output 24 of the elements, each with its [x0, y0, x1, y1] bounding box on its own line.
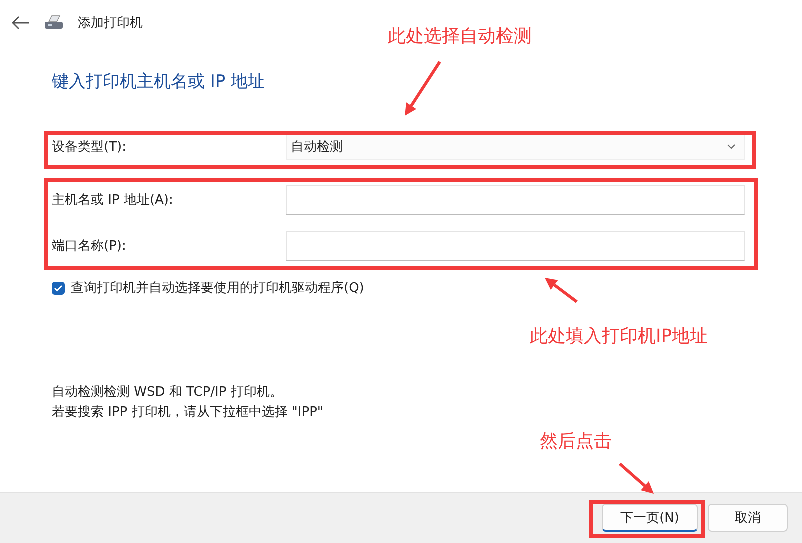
annotation-arrow [545, 278, 578, 304]
device-type-dropdown[interactable]: 自动检测 [286, 134, 745, 160]
check-icon [54, 284, 63, 292]
next-button[interactable]: 下一页(N) [602, 504, 698, 532]
annotation-text: 此处选择自动检测 [388, 25, 532, 48]
back-arrow-icon[interactable] [12, 16, 30, 30]
annotation-arrow [405, 61, 442, 116]
description-text: 自动检测检测 WSD 和 TCP/IP 打印机。 [52, 384, 284, 401]
cancel-button[interactable]: 取消 [708, 504, 788, 532]
input-field[interactable] [286, 185, 745, 215]
annotation-arrow [619, 462, 654, 494]
annotation-text: 此处填入打印机IP地址 [530, 325, 708, 348]
annotation-text: 然后点击 [540, 430, 612, 453]
checkbox-label: 查询打印机并自动选择要使用的打印机驱动程序(Q) [71, 280, 364, 297]
description-text: 若要搜索 IPP 打印机，请从下拉框中选择 "IPP" [52, 404, 324, 421]
input-field[interactable] [286, 231, 745, 261]
field-label: 主机名或 IP 地址(A): [52, 192, 174, 209]
chevron-down-icon [727, 144, 736, 150]
field-label: 端口名称(P): [52, 238, 128, 255]
printer-icon [44, 15, 64, 31]
field-label: 设备类型(T): [52, 139, 128, 156]
page-heading: 键入打印机主机名或 IP 地址 [52, 71, 266, 93]
checkbox[interactable] [52, 282, 65, 294]
window-title: 添加打印机 [78, 15, 143, 32]
